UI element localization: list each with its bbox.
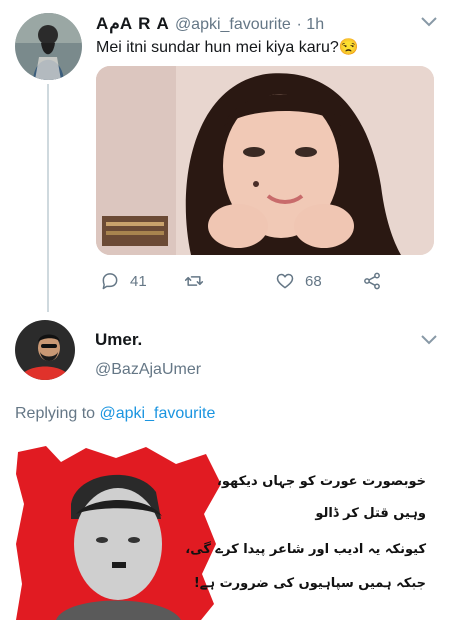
retweet-button[interactable] [184,270,214,292]
meme-line-1: خوبصورت عورت کو جہاں دیکھو، [216,474,426,489]
share-icon [364,272,380,290]
meme-line-3: کیونکہ یہ ادیب اور شاعر پیدا کرے گی، [185,542,426,557]
avatar[interactable] [15,320,75,380]
like-icon [276,273,294,289]
retweet-icon [184,276,204,286]
like-count: 68 [305,272,322,290]
chevron-down-icon[interactable] [418,14,440,30]
tweet-author[interactable]: AمA R A @apki_favourite · 1h [96,14,324,34]
unamused-emoji: 😒 [338,39,359,56]
handle[interactable]: @apki_favourite [175,16,291,33]
reply-button[interactable]: 41 [100,270,147,292]
replying-to-link[interactable]: @apki_favourite [100,405,216,422]
tweet-text: Mei itni sundar hun mei kiya karu?😒 [96,39,359,56]
share-button[interactable] [362,270,382,292]
handle[interactable]: @BazAjaUmer [95,361,201,379]
chevron-down-icon[interactable] [418,332,440,348]
meme-line-4: جبکہ ہمیں سپاہیوں کی ضرورت ہے! [193,576,426,591]
avatar[interactable] [15,13,82,80]
display-name[interactable]: Umer. [95,330,142,350]
like-button[interactable]: 68 [275,270,322,292]
timestamp[interactable]: · 1h [297,16,325,33]
thread-line [47,84,49,312]
meme-line-2: وہیں قتل کر ڈالو [315,506,426,521]
reply-count: 41 [130,272,147,290]
tweet-photo[interactable]: خوبصورت عورت کو جہاں دیکھو، وہیں قتل کر … [16,444,434,620]
display-name[interactable]: AمA R A [96,14,169,33]
reply-icon [102,273,118,290]
replying-to: Replying to @apki_favourite [15,405,216,422]
tweet-photo[interactable] [96,66,434,255]
